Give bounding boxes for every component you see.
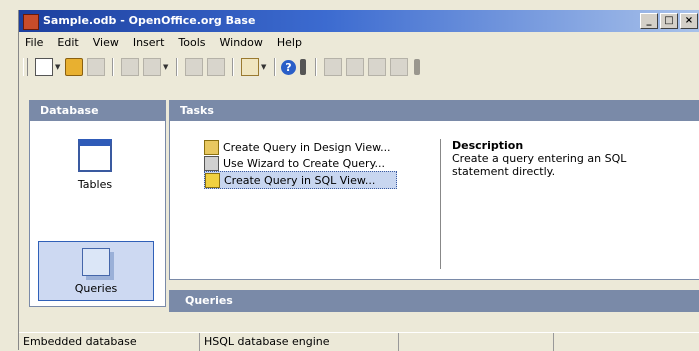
- menu-insert[interactable]: Insert: [127, 34, 173, 52]
- description-text: Create a query entering an SQL statement…: [452, 152, 627, 178]
- application-window: Sample.odb - OpenOffice.org Base _ □ × F…: [18, 10, 699, 351]
- menu-edit[interactable]: Edit: [51, 34, 86, 52]
- database-panel: Database Tables Queries: [29, 100, 166, 307]
- edit-icon[interactable]: [346, 58, 364, 76]
- window-title: Sample.odb - OpenOffice.org Base: [43, 14, 256, 27]
- toolbar-handle-icon[interactable]: [414, 59, 420, 75]
- menu-help[interactable]: Help: [271, 34, 310, 52]
- form-icon[interactable]: [241, 58, 259, 76]
- toolbar-separator: [232, 58, 234, 76]
- toolbar-grip[interactable]: [23, 58, 28, 76]
- queries-header: Queries: [169, 290, 699, 312]
- menu-tools[interactable]: Tools: [172, 34, 213, 52]
- app-icon: [23, 14, 39, 30]
- form-dropdown-arrow-icon[interactable]: ▼: [261, 63, 267, 71]
- window-controls: _ □ ×: [640, 13, 698, 29]
- tables-icon: [78, 139, 112, 172]
- menu-file[interactable]: File: [19, 34, 51, 52]
- menu-window[interactable]: Window: [214, 34, 271, 52]
- task-label: Create Query in Design View...: [223, 140, 391, 154]
- toolbar-separator: [315, 58, 317, 76]
- database-item-label: Tables: [77, 178, 113, 191]
- open-icon[interactable]: [65, 58, 83, 76]
- maximize-button[interactable]: □: [660, 13, 678, 29]
- title-bar[interactable]: Sample.odb - OpenOffice.org Base _ □ ×: [19, 10, 699, 32]
- design-view-icon: [204, 139, 219, 155]
- status-embedded-database: Embedded database: [19, 333, 200, 351]
- database-header: Database: [30, 101, 165, 121]
- tasks-header: Tasks: [170, 101, 699, 121]
- status-database-engine: HSQL database engine: [200, 333, 399, 351]
- database-item-tables[interactable]: Tables: [38, 133, 152, 193]
- save-icon[interactable]: [87, 58, 105, 76]
- sql-view-icon: [205, 172, 220, 188]
- menu-bar: File Edit View Insert Tools Window Help: [19, 34, 310, 52]
- task-description-divider: [440, 139, 441, 269]
- menu-view[interactable]: View: [87, 34, 127, 52]
- task-sql-view[interactable]: Create Query in SQL View...: [204, 171, 397, 189]
- tasks-panel: Tasks Create Query in Design View... Use…: [169, 100, 699, 280]
- task-list: Create Query in Design View... Use Wizar…: [204, 139, 397, 189]
- sort-ascending-icon[interactable]: [185, 58, 203, 76]
- new-document-icon[interactable]: [35, 58, 53, 76]
- delete-icon[interactable]: [368, 58, 386, 76]
- status-empty-cell: [399, 333, 554, 351]
- status-bar: Embedded database HSQL database engine: [19, 332, 699, 351]
- minimize-button[interactable]: _: [640, 13, 658, 29]
- task-design-view[interactable]: Create Query in Design View...: [204, 139, 397, 155]
- help-icon[interactable]: ?: [281, 59, 296, 75]
- close-button[interactable]: ×: [680, 13, 698, 29]
- toolbar-separator: [274, 58, 276, 76]
- description-title: Description: [452, 139, 524, 152]
- toolbar-separator: [176, 58, 178, 76]
- description-area: Description Create a query entering an S…: [452, 139, 672, 178]
- queries-icon: [82, 248, 110, 276]
- toolbar-handle-icon[interactable]: [300, 59, 306, 75]
- rename-icon[interactable]: [390, 58, 408, 76]
- copy-icon[interactable]: [121, 58, 139, 76]
- database-item-label: Queries: [74, 282, 118, 295]
- paste-icon[interactable]: [143, 58, 161, 76]
- task-use-wizard[interactable]: Use Wizard to Create Query...: [204, 155, 397, 171]
- task-label: Use Wizard to Create Query...: [223, 156, 385, 170]
- paste-dropdown-arrow-icon[interactable]: ▼: [163, 63, 169, 71]
- wizard-icon: [204, 155, 219, 171]
- toolbar-separator: [112, 58, 114, 76]
- sort-descending-icon[interactable]: [207, 58, 225, 76]
- database-item-queries[interactable]: Queries: [38, 241, 154, 301]
- task-label: Create Query in SQL View...: [224, 173, 376, 187]
- open-database-object-icon[interactable]: [324, 58, 342, 76]
- new-dropdown-arrow-icon[interactable]: ▼: [55, 63, 61, 71]
- standard-toolbar: ▼ ▼ ▼ ?: [19, 54, 699, 80]
